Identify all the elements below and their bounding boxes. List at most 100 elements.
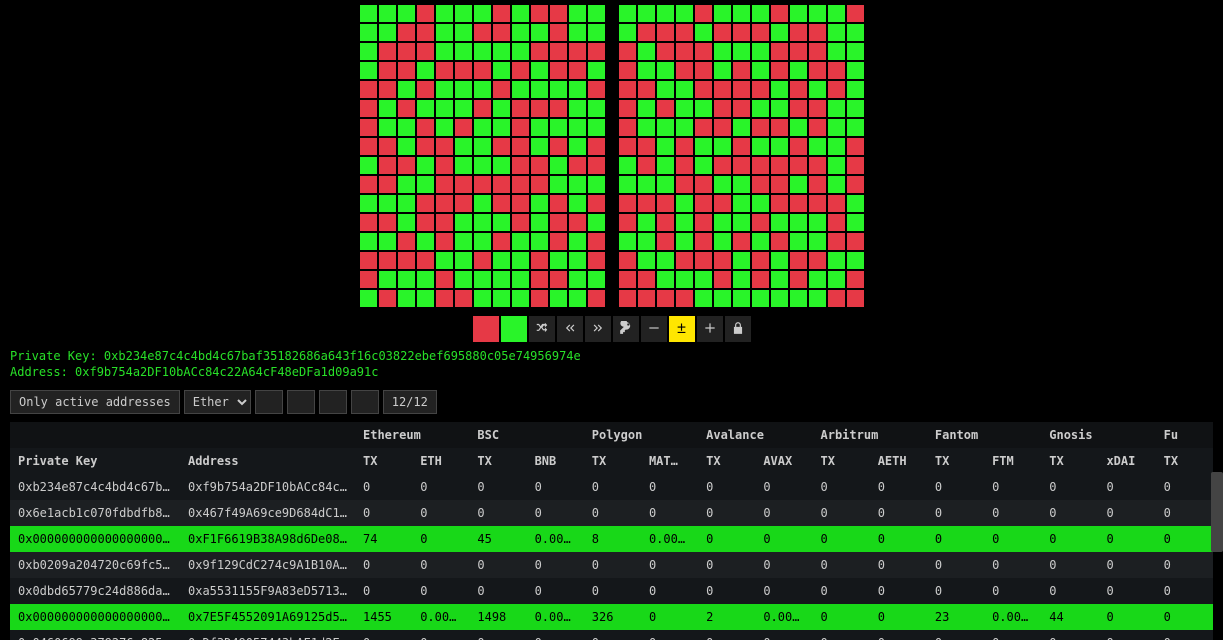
bit-cell[interactable] xyxy=(378,80,397,99)
bit-cell[interactable] xyxy=(675,99,694,118)
bit-cell[interactable] xyxy=(656,80,675,99)
column-header[interactable]: BNB xyxy=(527,448,584,474)
bit-cell[interactable] xyxy=(694,99,713,118)
bit-cell[interactable] xyxy=(618,289,637,308)
bit-cell[interactable] xyxy=(713,118,732,137)
bit-cell[interactable] xyxy=(378,232,397,251)
bit-cell[interactable] xyxy=(827,99,846,118)
bit-cell[interactable] xyxy=(492,232,511,251)
column-header[interactable]: xDAI xyxy=(1098,448,1155,474)
bit-cell[interactable] xyxy=(675,23,694,42)
table-row[interactable]: 0x0000000000000000000000…0xF1F6619B38A98… xyxy=(10,526,1213,552)
bit-cell[interactable] xyxy=(808,99,827,118)
bit-cell[interactable] xyxy=(637,42,656,61)
bit-cell[interactable] xyxy=(694,23,713,42)
bit-cell[interactable] xyxy=(473,23,492,42)
bit-cell[interactable] xyxy=(359,99,378,118)
bit-cell[interactable] xyxy=(549,213,568,232)
bit-cell[interactable] xyxy=(397,42,416,61)
bit-cell[interactable] xyxy=(770,4,789,23)
bit-cell[interactable] xyxy=(656,232,675,251)
bit-cell[interactable] xyxy=(530,61,549,80)
bit-cell[interactable] xyxy=(732,156,751,175)
bit-cell[interactable] xyxy=(568,137,587,156)
bit-cell[interactable] xyxy=(397,289,416,308)
bit-cell[interactable] xyxy=(808,156,827,175)
bit-cell[interactable] xyxy=(435,232,454,251)
bit-cell[interactable] xyxy=(770,270,789,289)
bit-cell[interactable] xyxy=(378,61,397,80)
bit-cell[interactable] xyxy=(846,289,865,308)
bit-cell[interactable] xyxy=(397,23,416,42)
bit-cell[interactable] xyxy=(827,80,846,99)
bit-cell[interactable] xyxy=(435,42,454,61)
bit-cell[interactable] xyxy=(492,194,511,213)
bit-cell[interactable] xyxy=(359,251,378,270)
bit-cell[interactable] xyxy=(492,61,511,80)
bit-cell[interactable] xyxy=(454,232,473,251)
bit-cell[interactable] xyxy=(378,4,397,23)
bit-cell[interactable] xyxy=(492,270,511,289)
bit-cell[interactable] xyxy=(416,61,435,80)
bit-cell[interactable] xyxy=(827,42,846,61)
bit-cell[interactable] xyxy=(378,251,397,270)
bit-cell[interactable] xyxy=(618,175,637,194)
bit-cell[interactable] xyxy=(549,61,568,80)
bit-cell[interactable] xyxy=(751,4,770,23)
bit-cell[interactable] xyxy=(789,270,808,289)
bit-cell[interactable] xyxy=(549,156,568,175)
bit-cell[interactable] xyxy=(675,251,694,270)
bit-cell[interactable] xyxy=(846,232,865,251)
bit-cell[interactable] xyxy=(789,232,808,251)
bit-cell[interactable] xyxy=(378,175,397,194)
bit-cell[interactable] xyxy=(656,61,675,80)
bit-cell[interactable] xyxy=(416,270,435,289)
bit-cell[interactable] xyxy=(397,4,416,23)
bit-cell[interactable] xyxy=(587,118,606,137)
bit-cell[interactable] xyxy=(694,137,713,156)
bit-cell[interactable] xyxy=(454,23,473,42)
bit-cell[interactable] xyxy=(397,251,416,270)
bit-cell[interactable] xyxy=(713,23,732,42)
bit-cell[interactable] xyxy=(789,175,808,194)
bit-cell[interactable] xyxy=(473,213,492,232)
bit-cell[interactable] xyxy=(397,156,416,175)
bit-cell[interactable] xyxy=(694,289,713,308)
cloud-upload-button[interactable] xyxy=(255,390,283,414)
bit-cell[interactable] xyxy=(751,194,770,213)
bit-cell[interactable] xyxy=(751,289,770,308)
bit-cell[interactable] xyxy=(492,289,511,308)
bit-cell[interactable] xyxy=(492,251,511,270)
bit-cell[interactable] xyxy=(618,99,637,118)
bit-cell[interactable] xyxy=(751,42,770,61)
bit-cell[interactable] xyxy=(587,156,606,175)
bit-cell[interactable] xyxy=(732,80,751,99)
bit-cell[interactable] xyxy=(397,194,416,213)
bit-cell[interactable] xyxy=(694,232,713,251)
bit-cell[interactable] xyxy=(416,118,435,137)
bit-cell[interactable] xyxy=(846,61,865,80)
bit-cell[interactable] xyxy=(530,118,549,137)
bit-cell[interactable] xyxy=(827,175,846,194)
bit-red-button[interactable] xyxy=(473,316,499,342)
bit-cell[interactable] xyxy=(416,232,435,251)
bit-cell[interactable] xyxy=(492,99,511,118)
bit-cell[interactable] xyxy=(492,4,511,23)
bit-cell[interactable] xyxy=(846,137,865,156)
bit-cell[interactable] xyxy=(713,42,732,61)
column-header[interactable]: TX xyxy=(813,448,870,474)
bit-cell[interactable] xyxy=(770,251,789,270)
bit-cell[interactable] xyxy=(511,118,530,137)
bit-cell[interactable] xyxy=(359,137,378,156)
column-header[interactable]: FTM xyxy=(984,448,1041,474)
bit-cell[interactable] xyxy=(694,42,713,61)
bit-cell[interactable] xyxy=(511,213,530,232)
bit-cell[interactable] xyxy=(454,137,473,156)
bit-cell[interactable] xyxy=(751,213,770,232)
bit-cell[interactable] xyxy=(789,4,808,23)
bit-cell[interactable] xyxy=(789,137,808,156)
only-active-button[interactable]: Only active addresses xyxy=(10,390,180,414)
bit-cell[interactable] xyxy=(568,251,587,270)
bit-cell[interactable] xyxy=(416,194,435,213)
bit-cell[interactable] xyxy=(587,137,606,156)
